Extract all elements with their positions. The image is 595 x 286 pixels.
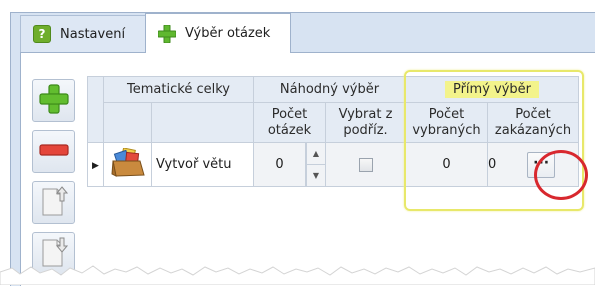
question-count-cell[interactable]: 0 [253,142,306,187]
spinner[interactable]: ▲ ▼ [306,143,325,186]
question-count-spinner[interactable]: ▲ ▼ [305,142,326,187]
folder-icon-cell [103,142,152,187]
forbidden-count-cell[interactable]: 0 ··· [487,142,579,187]
selected-count-cell[interactable]: 0 [405,142,488,187]
header-question-count: Počet otázek [253,102,326,143]
header-line: otázek [267,122,312,138]
add-button[interactable] [32,79,75,122]
header-select-from-sub: Vybrat z podříz. [325,102,406,143]
tab-nastaveni[interactable]: ? Nastavení [20,15,150,52]
header-random: Náhodný výběr [253,76,406,103]
topic-cell[interactable]: Vytvoř větu [151,142,254,187]
header-direct: Přímý výběr [405,76,579,103]
tab-label: Nastavení [60,26,126,42]
green-plus-icon [38,83,69,118]
header-forbidden-count: Počet zakázaných [487,102,579,143]
row-indicator-header [87,76,104,143]
tab-label: Výběr otázek [185,26,271,41]
green-plus-icon [157,24,177,43]
header-line: Počet [271,106,308,122]
header-blank [103,102,152,143]
spin-down-icon[interactable]: ▼ [307,165,325,186]
header-selected-count: Počet vybraných [405,102,488,143]
header-topics: Tematické celky [103,76,254,103]
header-line: Počet [515,106,551,122]
question-grid: Tematické celky Náhodný výběr Přímý výbě… [87,76,579,187]
checkbox[interactable] [358,157,373,172]
card-box-icon [110,146,146,182]
spin-up-icon[interactable]: ▲ [307,143,325,165]
forbidden-count-value: 0 [488,157,497,172]
header-line: zakázaných [494,122,572,138]
table-row[interactable]: ▶ Vytvoř větu 0 ▲ ▼ 0 0 ··· [87,142,579,187]
header-blank [151,102,254,143]
move-up-button[interactable] [32,181,75,224]
tab-vyber-otazek[interactable]: Výběr otázek [145,13,291,53]
header-line: Počet [428,106,465,122]
question-icon: ? [33,25,51,43]
header-line: podříz. [343,122,388,138]
torn-edge [0,265,595,285]
remove-button[interactable] [32,130,75,173]
red-minus-icon [38,143,69,161]
header-direct-label: Přímý výběr [444,81,540,98]
page-up-icon [40,185,68,221]
header-line: Vybrat z [338,106,393,122]
select-from-sub-cell[interactable] [325,142,406,187]
row-indicator[interactable]: ▶ [87,142,104,187]
ellipsis-button[interactable]: ··· [527,151,556,178]
triangle-right-icon: ▶ [92,161,99,171]
header-line: vybraných [412,122,481,138]
